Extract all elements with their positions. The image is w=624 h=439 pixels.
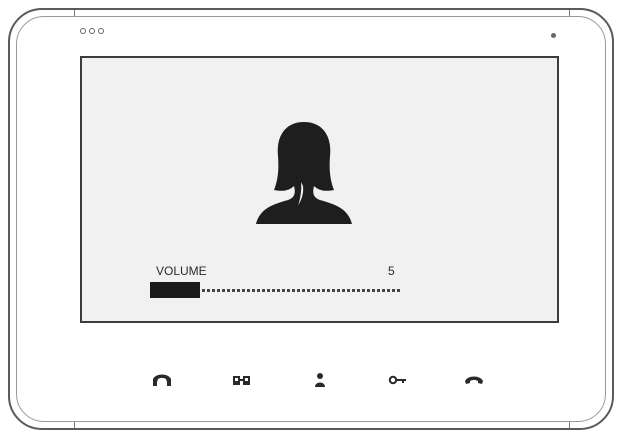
indicator-dot — [98, 28, 104, 34]
top-seam — [74, 10, 570, 17]
indicator-dot — [80, 28, 86, 34]
volume-slider[interactable] — [150, 282, 400, 298]
bottom-seam — [74, 421, 570, 428]
hangup-handset-icon — [465, 376, 483, 384]
monitor-button[interactable] — [230, 370, 254, 390]
unlock-button[interactable] — [386, 370, 410, 390]
power-led — [551, 33, 556, 38]
key-icon — [388, 375, 406, 385]
person-silhouette-icon — [256, 122, 352, 224]
status-indicator-dots — [80, 28, 104, 34]
volume-slider-fill — [150, 282, 200, 298]
hangup-button[interactable] — [462, 370, 486, 390]
answer-button[interactable] — [150, 370, 174, 390]
volume-label: VOLUME — [156, 264, 207, 278]
volume-slider-remaining — [202, 289, 400, 292]
intercom-button[interactable] — [308, 370, 332, 390]
indicator-dot — [89, 28, 95, 34]
volume-value: 5 — [388, 264, 395, 278]
monitor-icon — [233, 376, 250, 385]
person-icon — [315, 373, 325, 387]
answer-handset-icon — [153, 374, 171, 386]
display-screen: VOLUME 5 — [80, 56, 559, 323]
